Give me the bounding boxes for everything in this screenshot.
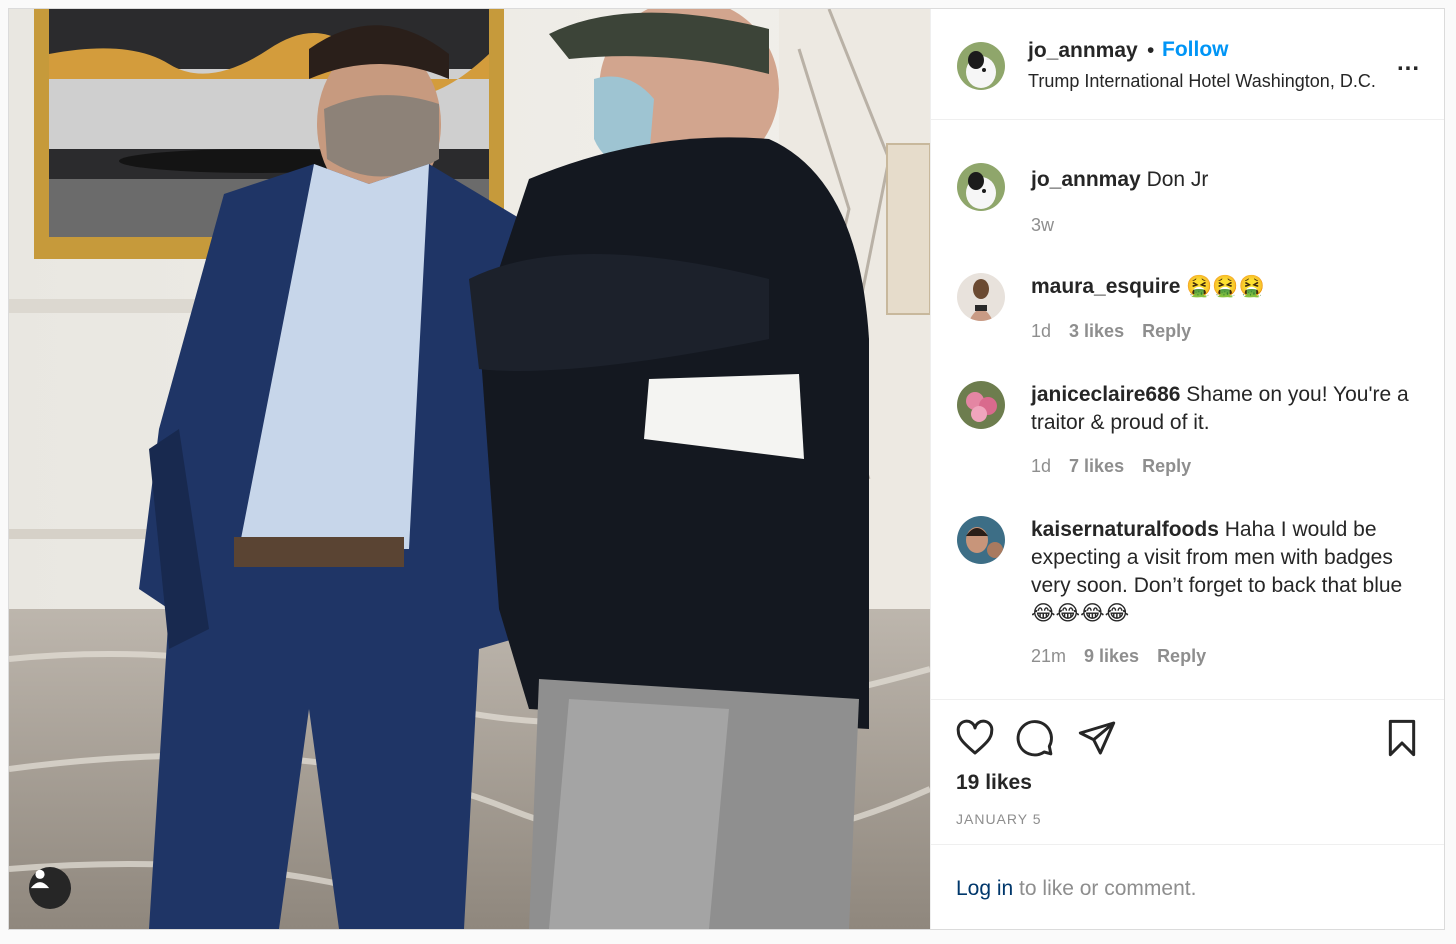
post-photo[interactable] xyxy=(9,9,930,929)
reply-button[interactable]: Reply xyxy=(1142,456,1191,476)
comment-username[interactable]: maura_esquire xyxy=(1031,275,1180,298)
comment-body: maura_esquire 🤮🤮🤮 xyxy=(1031,273,1422,301)
comment-meta: 21m 9 likes Reply xyxy=(1031,646,1224,667)
reply-button[interactable]: Reply xyxy=(1142,321,1191,341)
post-side-panel: jo_annmay • Follow Trump International H… xyxy=(930,9,1444,929)
comment-text: 🤮🤮🤮 xyxy=(1186,275,1265,298)
author-avatar[interactable] xyxy=(957,163,1005,211)
commenter-avatar[interactable] xyxy=(957,516,1005,564)
author-avatar[interactable] xyxy=(957,42,1005,90)
comment-time[interactable]: 21m xyxy=(1031,646,1066,666)
likes-count[interactable]: 19 likes xyxy=(956,771,1032,795)
action-bar xyxy=(955,718,1415,762)
comment-text: Don Jr xyxy=(1146,168,1209,191)
commenter-avatar[interactable] xyxy=(957,273,1005,321)
login-link[interactable]: Log in xyxy=(956,877,1013,900)
comment-meta: 3w xyxy=(1031,215,1072,236)
comment-item: janiceclaire686 Shame on you! You're a t… xyxy=(931,381,1444,481)
comment-username[interactable]: janiceclaire686 xyxy=(1031,383,1180,406)
comment-item: maura_esquire 🤮🤮🤮 1d 3 likes Reply xyxy=(931,273,1444,353)
comment-item: kaisernaturalfoods Haha I would be expec… xyxy=(931,516,1444,676)
comment-likes[interactable]: 7 likes xyxy=(1069,456,1124,476)
reply-button[interactable]: Reply xyxy=(1157,646,1206,666)
caption-text: jo_annmay Don Jr xyxy=(1031,166,1422,194)
more-options-icon[interactable]: ... xyxy=(1397,49,1420,77)
post-header: jo_annmay • Follow Trump International H… xyxy=(931,9,1444,120)
login-prompt: Log in to like or comment. xyxy=(931,844,1444,930)
post-footer: 19 likes JANUARY 5 Log in to like or com… xyxy=(931,699,1444,929)
separator-dot: • xyxy=(1147,39,1155,62)
commenter-avatar[interactable] xyxy=(957,381,1005,429)
caption: jo_annmay Don Jr 3w xyxy=(931,163,1444,243)
comment-likes[interactable]: 3 likes xyxy=(1069,321,1124,341)
comment-time[interactable]: 3w xyxy=(1031,215,1054,235)
comment-body: janiceclaire686 Shame on you! You're a t… xyxy=(1031,381,1422,437)
comment-username[interactable]: jo_annmay xyxy=(1031,168,1141,191)
comment-meta: 1d 3 likes Reply xyxy=(1031,321,1209,342)
comment-time[interactable]: 1d xyxy=(1031,456,1051,476)
post-date[interactable]: JANUARY 5 xyxy=(956,811,1042,827)
comments-list: jo_annmay Don Jr 3w maura_esquire 🤮🤮🤮 1d… xyxy=(931,121,1444,699)
post-location[interactable]: Trump International Hotel Washington, D.… xyxy=(1028,71,1376,92)
comment-username[interactable]: kaisernaturalfoods xyxy=(1031,518,1219,541)
heart-icon[interactable] xyxy=(955,718,995,758)
share-icon[interactable] xyxy=(1077,718,1117,758)
login-prompt-rest: to like or comment. xyxy=(1013,877,1197,900)
post-photo-illustration xyxy=(9,9,930,929)
user-tag-icon[interactable] xyxy=(29,867,71,909)
instagram-post: jo_annmay • Follow Trump International H… xyxy=(8,8,1445,930)
comment-meta: 1d 7 likes Reply xyxy=(1031,456,1209,477)
login-prompt-text: Log in to like or comment. xyxy=(956,877,1196,901)
author-username[interactable]: jo_annmay xyxy=(1028,39,1138,63)
comment-icon[interactable] xyxy=(1015,718,1055,758)
comment-likes[interactable]: 9 likes xyxy=(1084,646,1139,666)
follow-button[interactable]: Follow xyxy=(1162,38,1229,62)
bookmark-icon[interactable] xyxy=(1382,718,1422,758)
comment-time[interactable]: 1d xyxy=(1031,321,1051,341)
comment-body: kaisernaturalfoods Haha I would be expec… xyxy=(1031,516,1422,628)
